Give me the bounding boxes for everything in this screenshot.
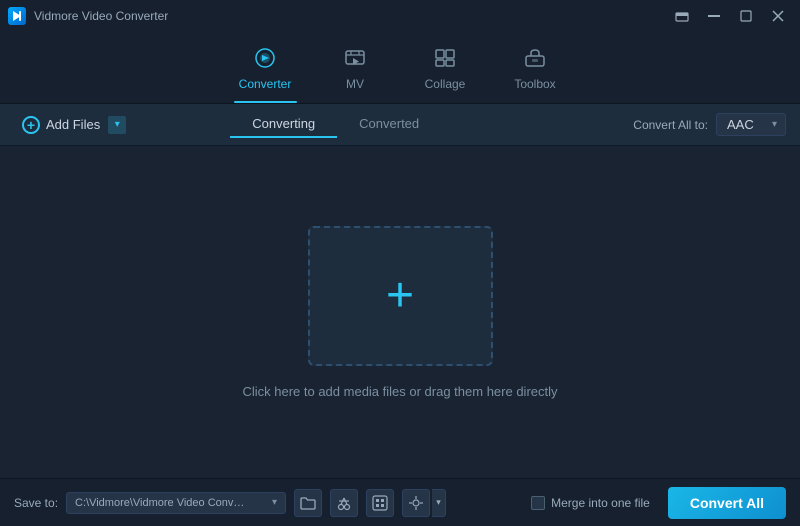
mv-icon	[343, 47, 367, 73]
save-path-box: C:\Vidmore\Vidmore Video Converter\Conve…	[66, 492, 286, 514]
sub-tab-converting[interactable]: Converting	[230, 111, 337, 138]
title-bar: Vidmore Video Converter	[0, 0, 800, 32]
convert-all-to-label: Convert All to:	[633, 118, 708, 132]
format-select-dropdown[interactable]: AAC ▾	[716, 113, 786, 136]
convert-all-to-area: Convert All to: AAC ▾	[633, 113, 786, 136]
minimize-btn[interactable]	[700, 6, 728, 26]
caption-btn[interactable]	[668, 6, 696, 26]
tab-converter-label: Converter	[239, 77, 292, 91]
plus-icon: +	[386, 272, 414, 320]
add-files-label: Add Files	[46, 117, 100, 132]
preferences-button[interactable]	[402, 489, 430, 517]
nav-tabs: Converter MV Collage	[0, 32, 800, 104]
effects-button[interactable]	[366, 489, 394, 517]
collage-icon	[433, 47, 457, 73]
tab-toolbox-label: Toolbox	[514, 77, 555, 91]
close-btn[interactable]	[764, 6, 792, 26]
merge-label: Merge into one file	[551, 496, 650, 510]
bottom-bar: Save to: C:\Vidmore\Vidmore Video Conver…	[0, 478, 800, 526]
preferences-dropdown-btn[interactable]: ▾	[432, 489, 446, 517]
format-selected-value: AAC	[727, 117, 754, 132]
main-content: + Click here to add media files or drag …	[0, 146, 800, 478]
toolbar: + Add Files ▾ Converting Converted Conve…	[0, 104, 800, 146]
save-path-text: C:\Vidmore\Vidmore Video Converter\Conve…	[75, 497, 245, 509]
add-files-circle-icon: +	[22, 116, 40, 134]
sub-tab-converted[interactable]: Converted	[337, 111, 441, 138]
app-icon	[8, 7, 26, 25]
settings-cut-button[interactable]	[330, 489, 358, 517]
convert-all-button[interactable]: Convert All	[668, 487, 786, 519]
maximize-btn[interactable]	[732, 6, 760, 26]
save-to-label: Save to:	[14, 496, 58, 510]
converter-icon	[253, 47, 277, 73]
tab-mv[interactable]: MV	[310, 35, 400, 103]
drop-zone[interactable]: +	[308, 226, 493, 366]
window-controls	[668, 6, 792, 26]
merge-checkbox[interactable]	[531, 496, 545, 510]
tab-collage-label: Collage	[425, 77, 466, 91]
tab-toolbox[interactable]: Toolbox	[490, 35, 580, 103]
tab-mv-label: MV	[346, 77, 364, 91]
toolbox-icon	[523, 47, 547, 73]
add-files-dropdown-arrow[interactable]: ▾	[108, 116, 126, 134]
browse-folder-button[interactable]	[294, 489, 322, 517]
sub-tab-group: Converting Converted	[230, 111, 441, 138]
title-text: Vidmore Video Converter	[34, 9, 168, 23]
tab-converter[interactable]: Converter	[220, 35, 310, 103]
title-bar-left: Vidmore Video Converter	[8, 7, 168, 25]
drop-hint: Click here to add media files or drag th…	[242, 384, 557, 399]
save-path-dropdown-arrow[interactable]: ▾	[272, 497, 277, 508]
add-files-button[interactable]: + Add Files ▾	[14, 112, 134, 138]
merge-checkbox-area: Merge into one file	[531, 496, 650, 510]
tab-collage[interactable]: Collage	[400, 35, 490, 103]
format-dropdown-arrow: ▾	[772, 119, 777, 130]
